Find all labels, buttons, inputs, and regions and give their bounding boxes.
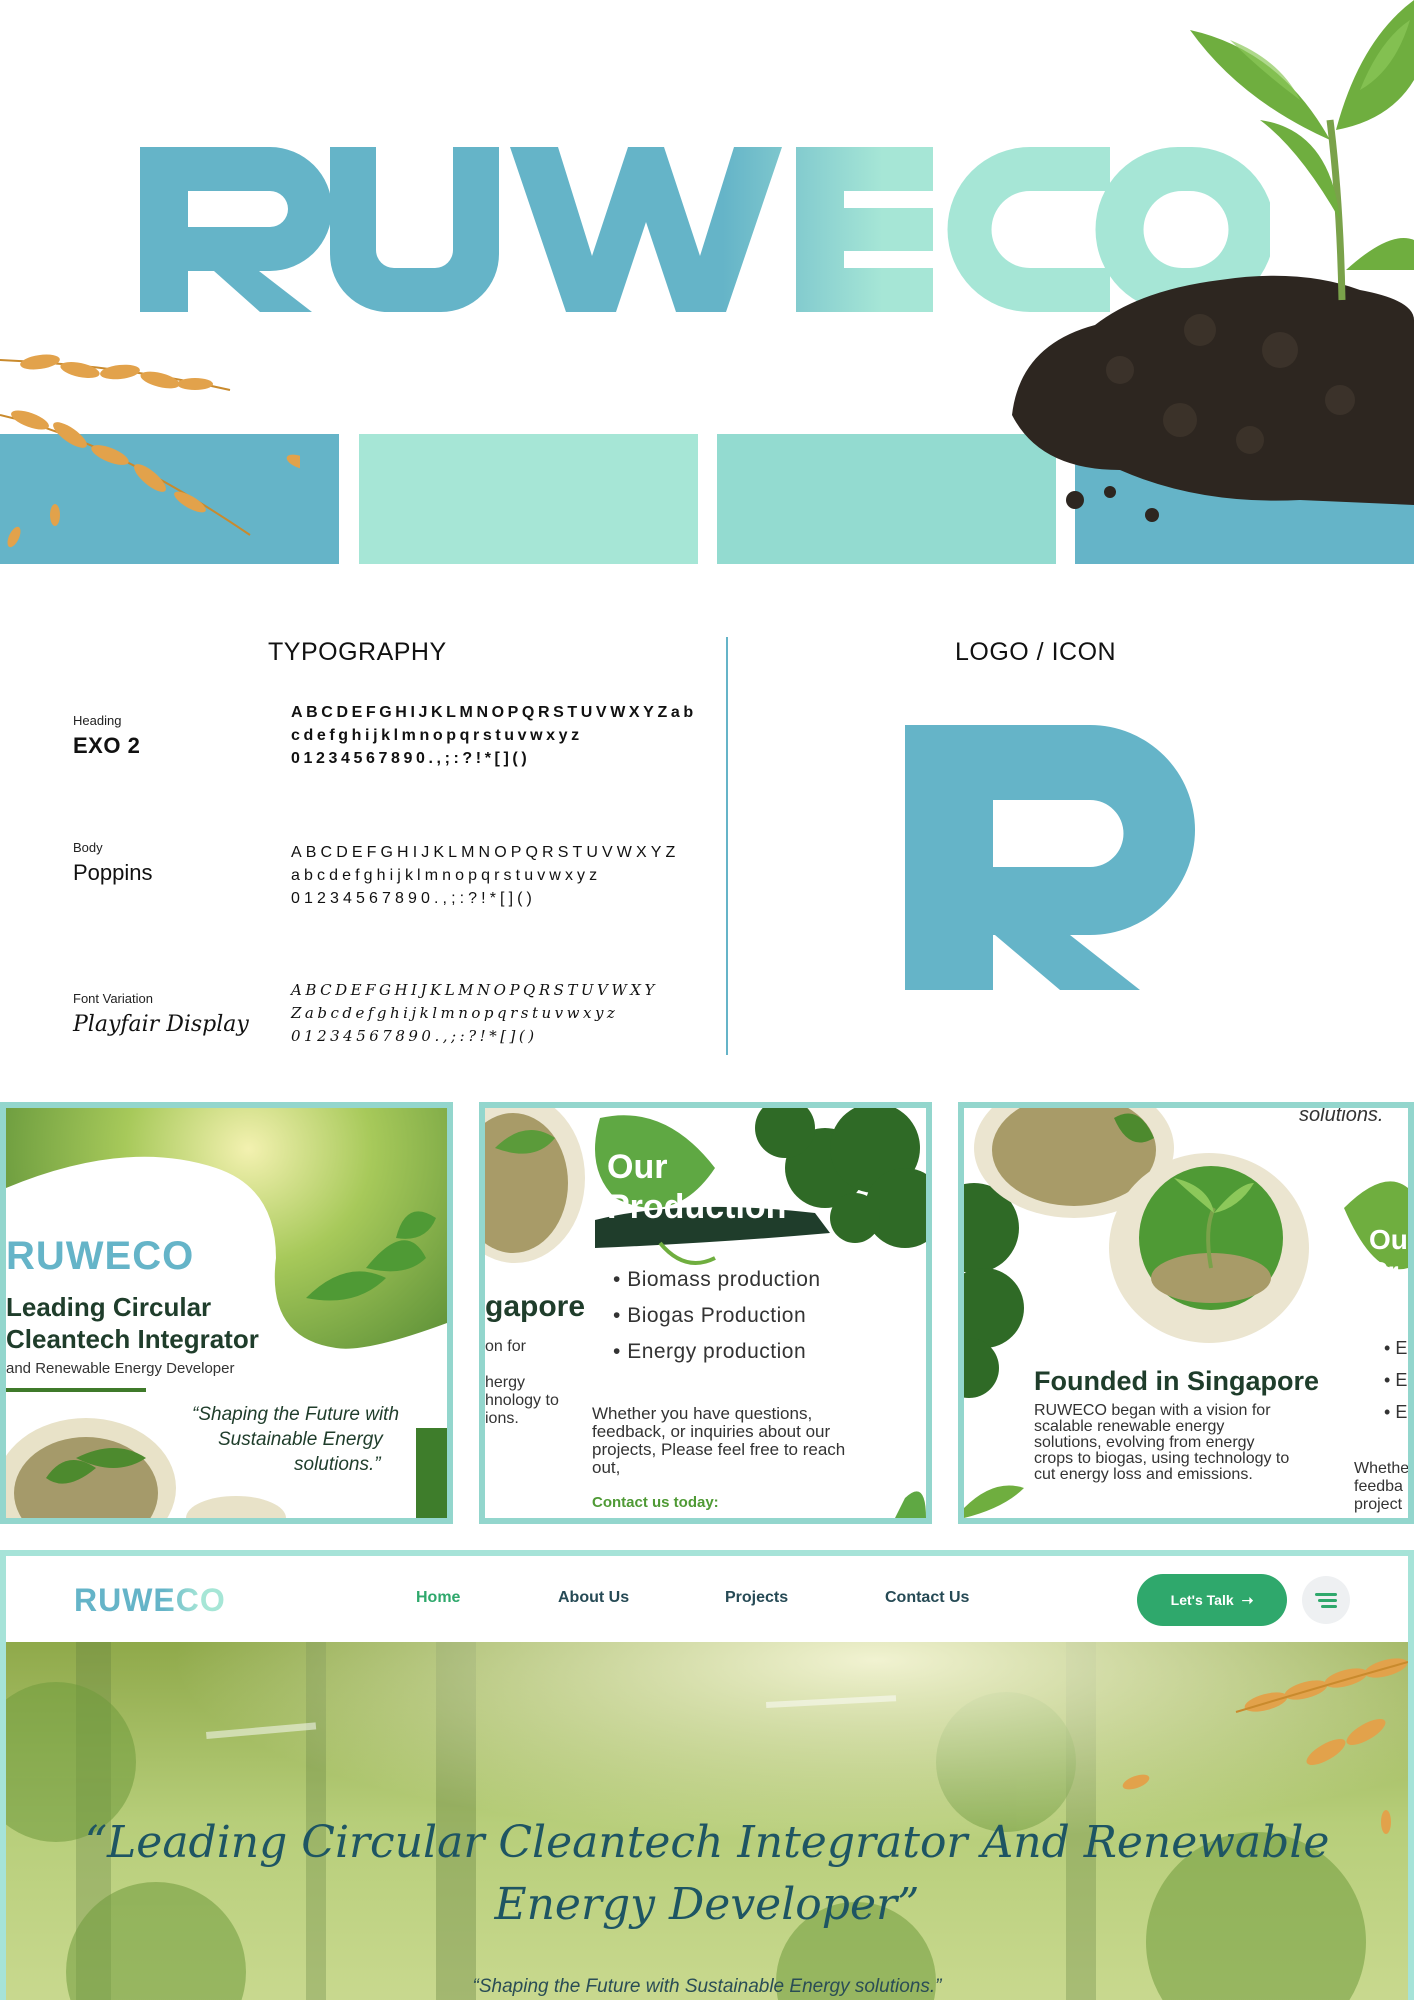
menu-button[interactable] xyxy=(1302,1576,1350,1624)
post2-partial-line-1: on for xyxy=(485,1338,526,1355)
soil-plant-image xyxy=(1012,0,1414,522)
wheat-image xyxy=(0,354,300,548)
post3-partial-bullet-3-label: E xyxy=(1395,1402,1408,1422)
site-logo[interactable]: RUWECO xyxy=(74,1583,254,1615)
site-hero-banner: “Leading Circular Cleantech Integrator A… xyxy=(6,1642,1408,2000)
post3-partial-body-1: Whethe xyxy=(1354,1460,1410,1477)
site-logo-text: RUWECO xyxy=(74,1583,226,1615)
logo-hero xyxy=(0,0,1414,565)
body-font-glyphs: ABCDEFGHIJKLMNOPQRSTUVWXYZ abcdefghijklm… xyxy=(291,844,680,907)
section-divider xyxy=(726,637,728,1055)
variation-font-glyphs: ABCDEFGHIJKLMNOPQRSTUVWXY Zabcdefghijklm… xyxy=(291,981,658,1045)
post2-title-1: Our xyxy=(607,1148,668,1186)
post3-body-5: cut energy loss and emissions. xyxy=(1034,1466,1253,1483)
post3-partial-body-3: project xyxy=(1354,1496,1403,1513)
nav-home-link[interactable]: Home xyxy=(416,1589,460,1607)
menu-icon xyxy=(1315,1593,1337,1608)
post2-body-3: projects, Please feel free to reach xyxy=(592,1440,846,1459)
lets-talk-button[interactable]: Let's Talk ➝ xyxy=(1137,1574,1287,1626)
social-post-3: solutions. Ou Pr • E • E • E Whethe feed… xyxy=(958,1102,1414,1524)
post1-subline: and Renewable Energy Developer xyxy=(6,1360,235,1377)
post2-bullet-3-label: Energy production xyxy=(627,1340,807,1363)
post2-partial-line-4: hnology to xyxy=(485,1392,559,1409)
post1-brand: RUWECO xyxy=(6,1234,195,1278)
post1-headline-1: Leading Circular xyxy=(6,1292,212,1322)
heading-font-glyphs: ABCDEFGHIJKLMNOPQRSTUVWXYZab cdefghijklm… xyxy=(291,704,697,767)
post2-bullet-1: • Biomass production xyxy=(613,1268,821,1291)
variation-font-name: Playfair Display xyxy=(73,1012,249,1037)
post2-bullet-2: • Biogas Production xyxy=(613,1304,807,1327)
social-post-1: RUWECO Leading Circular Cleantech Integr… xyxy=(0,1102,453,1524)
heading-font-name: EXO 2 xyxy=(73,733,141,758)
post2-partial-line-3: hergy xyxy=(485,1374,526,1391)
post3-partial-bullet-2: • E xyxy=(1384,1370,1408,1390)
hero-subheadline: “Shaping the Future with Sustainable Ene… xyxy=(472,1976,942,1997)
post3-partial-bullet-3: • E xyxy=(1384,1402,1408,1422)
lets-talk-label: Let's Talk xyxy=(1170,1592,1234,1608)
post2-cta: Contact us today: xyxy=(592,1494,719,1511)
post3-partial-title-1: Ou xyxy=(1369,1224,1408,1255)
social-post-2: Our Production gapore on for hergy hnolo… xyxy=(479,1102,932,1524)
post2-body-2: feedback, or inquiries about our xyxy=(592,1422,831,1441)
post1-quote-1: “Shaping the Future with xyxy=(192,1404,400,1425)
post3-partial-bullet-2-label: E xyxy=(1395,1370,1408,1390)
post2-bullet-3: • Energy production xyxy=(613,1340,807,1363)
variation-font-role: Font Variation xyxy=(73,991,153,1006)
nav-contact-link[interactable]: Contact Us xyxy=(885,1589,969,1607)
post3-partial-title-2: Pr xyxy=(1369,1256,1399,1287)
post2-body-1: Whether you have questions, xyxy=(592,1404,813,1423)
post2-partial-heading: gapore xyxy=(485,1290,586,1323)
nav-about-link[interactable]: About Us xyxy=(558,1589,629,1607)
arrow-right-icon: ➝ xyxy=(1241,1591,1254,1608)
body-font-name: Poppins xyxy=(73,860,153,885)
post1-quote-3: solutions.” xyxy=(294,1454,381,1475)
website-mockup: RUWECO Home About Us Projects Contact Us… xyxy=(0,1550,1414,2000)
hero-headline: “Leading Circular Cleantech Integrator A… xyxy=(6,1812,1408,1936)
post3-partial-bullet-1-label: E xyxy=(1395,1338,1408,1358)
hero-headline-line-1: “Leading Circular Cleantech Integrator A… xyxy=(84,1817,1330,1868)
post3-partial-bullet-1: • E xyxy=(1384,1338,1408,1358)
post2-bullet-1-label: Biomass production xyxy=(627,1268,821,1291)
post3-heading: Founded in Singapore xyxy=(1034,1366,1319,1396)
site-navbar: RUWECO Home About Us Projects Contact Us… xyxy=(6,1556,1408,1642)
post1-headline-2: Cleantech Integrator xyxy=(6,1324,259,1354)
post2-bullet-2-label: Biogas Production xyxy=(627,1304,807,1327)
heading-font-role: Heading xyxy=(73,713,122,728)
body-font-role: Body xyxy=(73,840,103,855)
color-swatch-mint xyxy=(359,434,698,564)
r-logo-icon xyxy=(905,725,1195,990)
typography-section: TYPOGRAPHY Heading EXO 2 ABCDEFGHIJKLMNO… xyxy=(0,565,1414,1095)
post3-partial-body-2: feedba xyxy=(1354,1478,1403,1495)
post2-partial-line-5: ions. xyxy=(485,1410,519,1427)
post1-quote-2: Sustainable Energy xyxy=(218,1429,383,1450)
nav-projects-link[interactable]: Projects xyxy=(725,1589,788,1607)
logo-icon-title: LOGO / ICON xyxy=(955,638,1117,666)
post2-title-2: Production xyxy=(607,1188,787,1226)
post2-body-4: out, xyxy=(592,1458,621,1477)
typography-title: TYPOGRAPHY xyxy=(268,638,447,666)
hero-headline-line-2: Energy Developer” xyxy=(494,1879,920,1930)
post3-top-partial: solutions. xyxy=(1299,1104,1384,1126)
